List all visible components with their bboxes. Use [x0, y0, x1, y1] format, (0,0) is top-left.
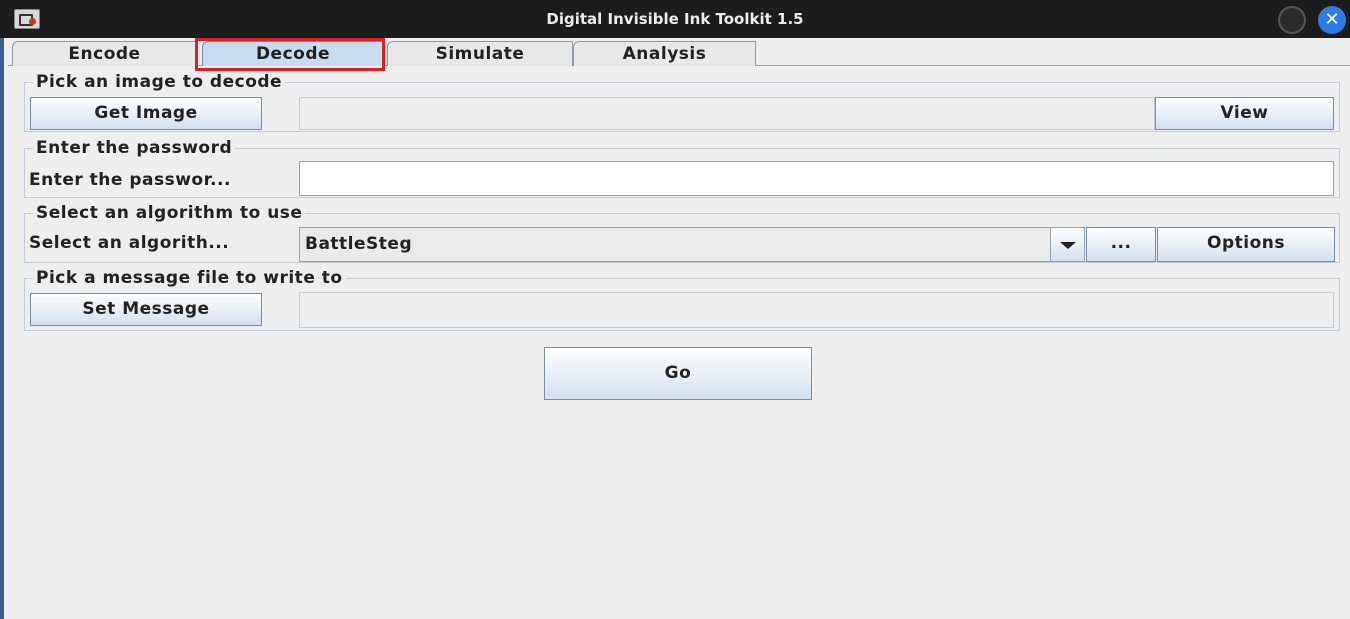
algorithm-group-title: Select an algorithm to use	[33, 204, 306, 222]
algorithm-group: Select an algorithm to use Select an alg…	[24, 204, 1340, 263]
minimize-button[interactable]	[1278, 6, 1306, 34]
image-group: Pick an image to decode Get Image View	[24, 73, 1340, 132]
chevron-down-icon[interactable]	[1050, 228, 1084, 261]
algorithm-selected-value: BattleSteg	[305, 234, 413, 254]
password-input[interactable]	[299, 161, 1334, 196]
view-button[interactable]: View	[1155, 97, 1334, 130]
go-button[interactable]: Go	[544, 347, 812, 400]
title-bar: Digital Invisible Ink Toolkit 1.5 ✕	[0, 0, 1350, 38]
password-label: Enter the passwor...	[29, 170, 231, 190]
window-title: Digital Invisible Ink Toolkit 1.5	[546, 10, 804, 28]
options-button[interactable]: Options	[1157, 227, 1335, 262]
password-group: Enter the password Enter the passwor...	[24, 139, 1340, 198]
close-button[interactable]: ✕	[1318, 6, 1346, 34]
get-image-button[interactable]: Get Image	[30, 97, 262, 130]
message-group-title: Pick a message file to write to	[33, 269, 346, 287]
tab-simulate[interactable]: Simulate	[387, 41, 573, 66]
algorithm-select[interactable]: BattleSteg	[299, 227, 1085, 262]
set-message-button[interactable]: Set Message	[30, 293, 262, 326]
message-group: Pick a message file to write to Set Mess…	[24, 269, 1340, 331]
tab-analysis[interactable]: Analysis	[573, 41, 756, 66]
image-path-field[interactable]	[299, 97, 1155, 130]
algorithm-more-button[interactable]: ...	[1086, 227, 1156, 262]
decode-tab-highlight	[195, 38, 385, 71]
image-group-title: Pick an image to decode	[33, 73, 286, 91]
app-window: Encode Decode Simulate Analysis Pick an …	[0, 38, 1350, 619]
password-group-title: Enter the password	[33, 139, 236, 157]
tab-encode[interactable]: Encode	[12, 41, 197, 66]
algorithm-label: Select an algorith...	[29, 233, 230, 253]
message-path-field[interactable]	[299, 292, 1334, 328]
